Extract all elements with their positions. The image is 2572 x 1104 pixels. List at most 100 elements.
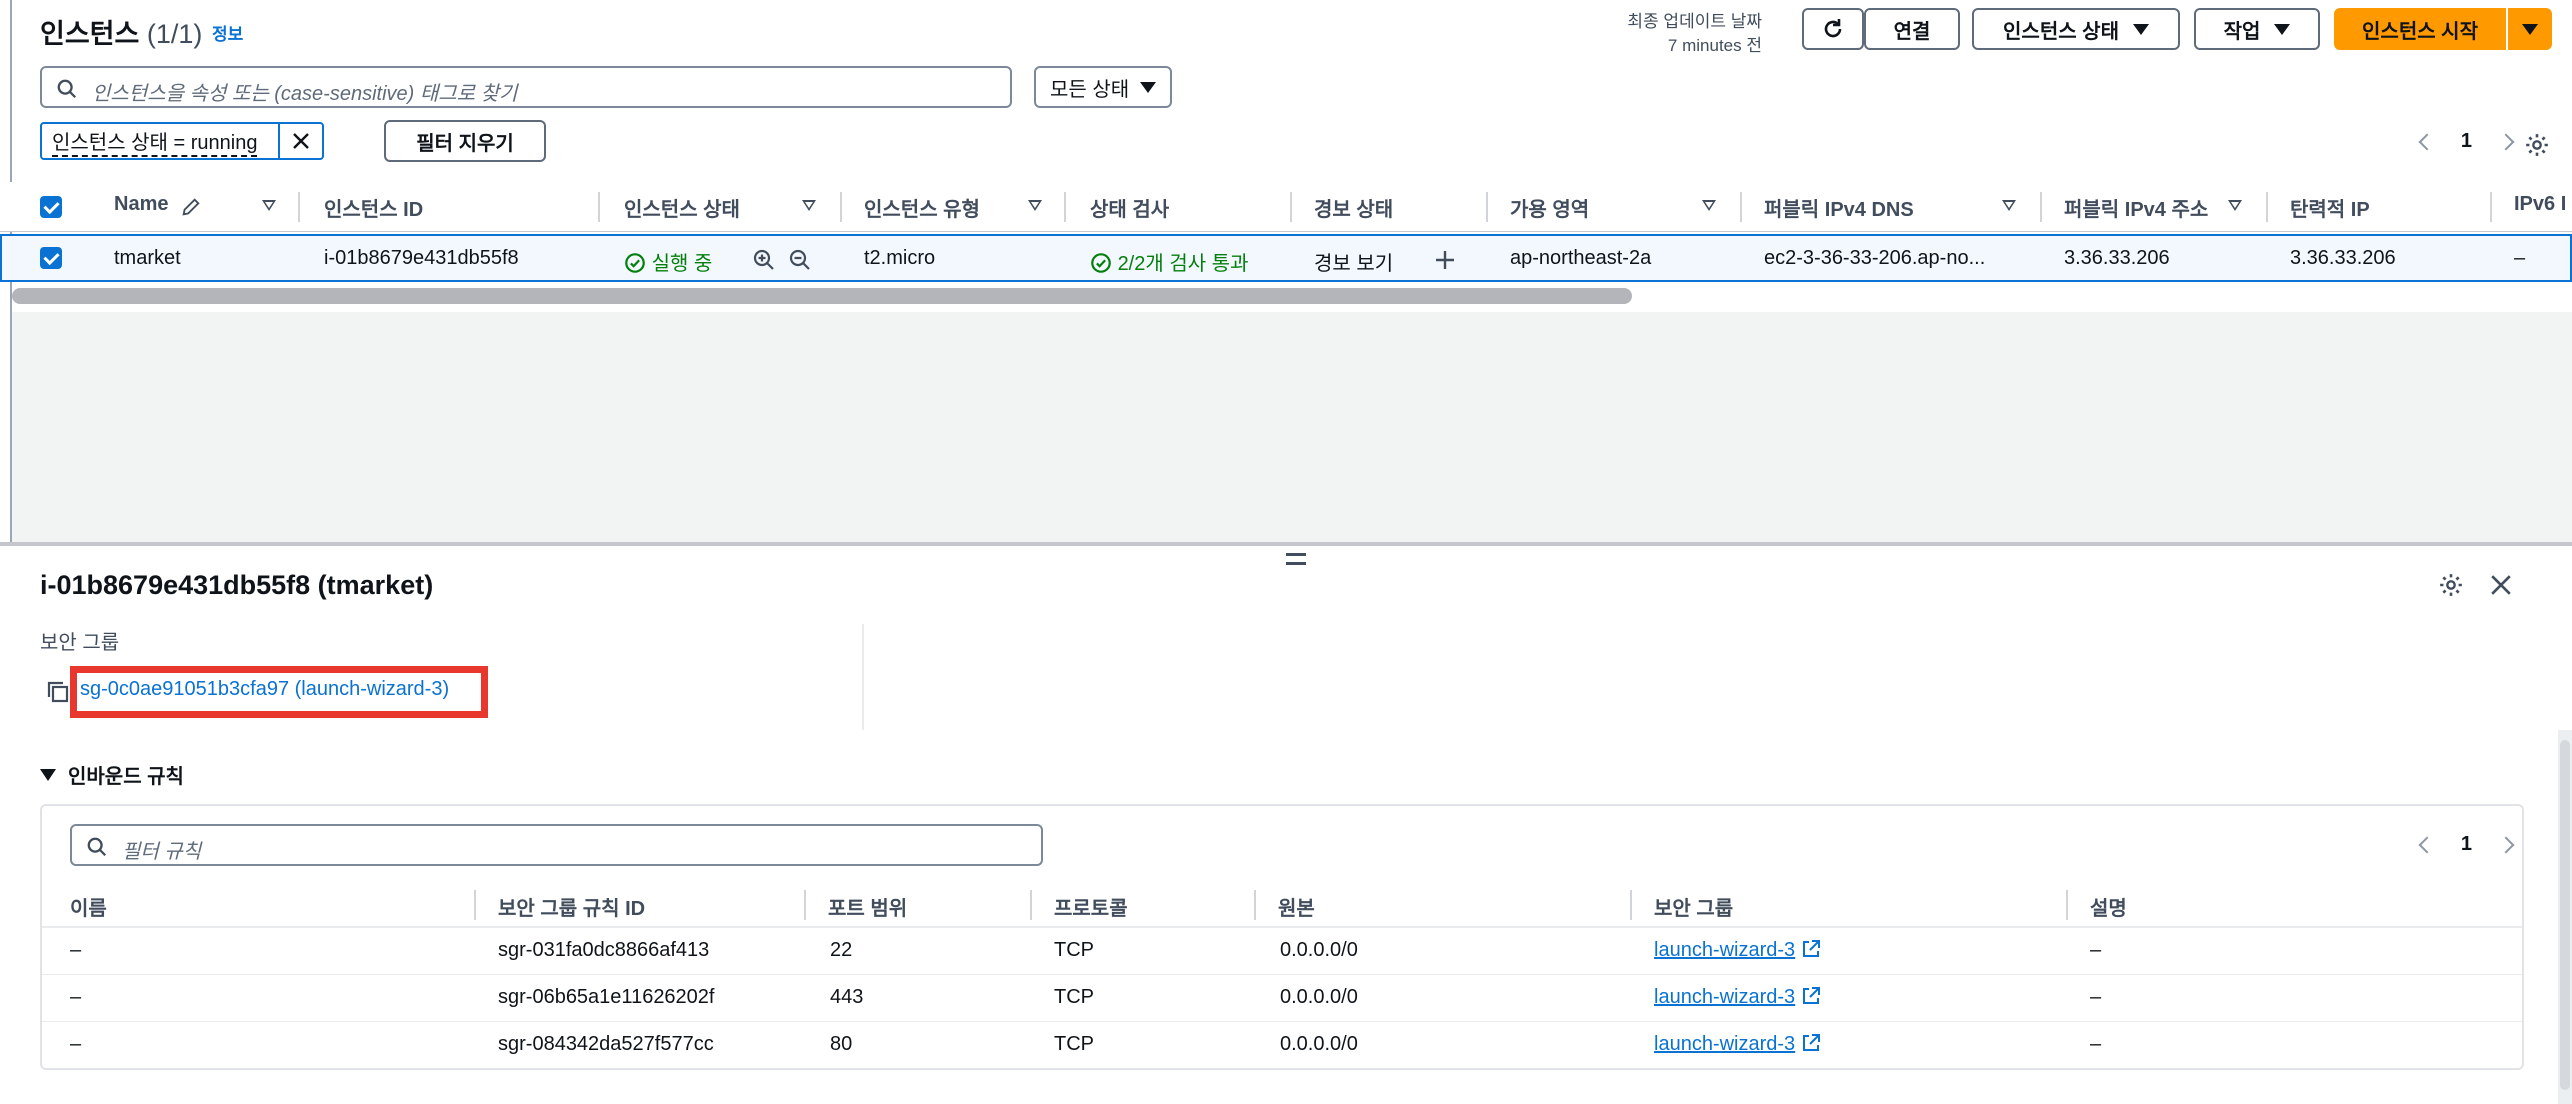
rule-port: 443 bbox=[830, 986, 864, 1008]
info-link[interactable]: 정보 bbox=[212, 20, 243, 45]
chevron-right-icon[interactable] bbox=[2497, 133, 2515, 150]
cell-eip: 3.36.33.206 bbox=[2290, 247, 2396, 269]
rules-filter-placeholder: 필터 규칙 bbox=[122, 841, 202, 863]
rules-col-description[interactable]: 설명 bbox=[2090, 892, 2127, 921]
col-ipv6[interactable]: IPv6 I bbox=[2514, 193, 2566, 216]
col-public-ipv4[interactable]: 퍼블릭 IPv4 주소 bbox=[2064, 193, 2208, 222]
view-alarms-link[interactable]: 경보 보기 bbox=[1314, 247, 1393, 276]
last-updated: 최종 업데이트 날짜 7 minutes 전 bbox=[1627, 10, 1762, 58]
sort-icon[interactable] bbox=[1702, 200, 1716, 211]
inbound-rules-title: 인바운드 규칙 bbox=[68, 766, 184, 788]
col-instance-type[interactable]: 인스턴스 유형 bbox=[864, 193, 980, 222]
page-number[interactable]: 1 bbox=[2461, 130, 2472, 153]
clear-filters-label: 필터 지우기 bbox=[416, 132, 514, 155]
instance-state-label: 인스턴스 상태 bbox=[2003, 20, 2119, 43]
select-all-checkbox[interactable] bbox=[40, 196, 62, 218]
rule-source: 0.0.0.0/0 bbox=[1280, 939, 1358, 961]
state-filter-select[interactable]: 모든 상태 bbox=[1034, 66, 1172, 108]
check-circle-icon bbox=[625, 253, 645, 273]
actions-button[interactable]: 작업 bbox=[2194, 8, 2320, 50]
instance-count: (1/1) bbox=[146, 19, 203, 49]
table-header: Name 인스턴스 ID 인스턴스 상태 인스턴스 유형 상태 검사 경보 상태… bbox=[0, 182, 2572, 232]
col-elastic-ip[interactable]: 탄력적 IP bbox=[2290, 193, 2370, 222]
rule-sg-text[interactable]: launch-wizard-3 bbox=[1654, 986, 1795, 1008]
rules-col-rule-id[interactable]: 보안 그룹 규칙 ID bbox=[498, 892, 645, 921]
filter-token[interactable]: 인스턴스 상태 = running bbox=[40, 122, 324, 160]
rule-desc: – bbox=[2090, 986, 2102, 1008]
col-instance-id[interactable]: 인스턴스 ID bbox=[324, 193, 423, 222]
table-row[interactable]: tmarket i-01b8679e431db55f8 실행 중 t2.micr… bbox=[0, 234, 2572, 282]
col-name[interactable]: Name bbox=[114, 193, 168, 216]
zoom-in-icon[interactable] bbox=[752, 248, 776, 272]
drag-handle-icon[interactable] bbox=[1286, 553, 1306, 565]
rule-source: 0.0.0.0/0 bbox=[1280, 1033, 1358, 1055]
chevron-left-icon[interactable] bbox=[2418, 836, 2436, 853]
cell-type: t2.micro bbox=[864, 247, 936, 269]
connect-button[interactable]: 연결 bbox=[1864, 8, 1960, 50]
instance-state-button[interactable]: 인스턴스 상태 bbox=[1972, 8, 2180, 50]
rule-sg-link[interactable]: launch-wizard-3 bbox=[1654, 986, 1821, 1009]
copy-icon[interactable] bbox=[46, 680, 70, 704]
rules-col-port[interactable]: 포트 범위 bbox=[828, 892, 907, 921]
rule-sg-text[interactable]: launch-wizard-3 bbox=[1654, 939, 1795, 961]
launch-dropdown-button[interactable] bbox=[2508, 8, 2552, 50]
refresh-button[interactable] bbox=[1802, 8, 1864, 50]
launch-instance-button[interactable]: 인스턴스 시작 bbox=[2334, 8, 2506, 50]
last-updated-value: 7 minutes 전 bbox=[1667, 36, 1762, 55]
cell-ipv6: – bbox=[2514, 247, 2526, 269]
rule-port: 22 bbox=[830, 939, 853, 961]
chevron-left-icon[interactable] bbox=[2418, 133, 2436, 150]
sort-icon[interactable] bbox=[1028, 200, 1042, 211]
split-divider[interactable] bbox=[0, 542, 2572, 546]
rules-filter-input[interactable]: 필터 규칙 bbox=[70, 824, 1043, 866]
rule-sg-link[interactable]: launch-wizard-3 bbox=[1654, 1033, 1821, 1056]
rules-col-security-group[interactable]: 보안 그룹 bbox=[1654, 892, 1733, 921]
col-instance-state[interactable]: 인스턴스 상태 bbox=[624, 193, 740, 222]
col-availability-zone[interactable]: 가용 영역 bbox=[1510, 193, 1589, 222]
search-icon bbox=[87, 837, 107, 857]
col-alarm-status[interactable]: 경보 상태 bbox=[1314, 193, 1393, 222]
rules-page-number[interactable]: 1 bbox=[2461, 833, 2472, 856]
rules-col-protocol[interactable]: 프로토콜 bbox=[1054, 892, 1128, 921]
zoom-out-icon[interactable] bbox=[788, 248, 812, 272]
rule-sg-link[interactable]: launch-wizard-3 bbox=[1654, 939, 1821, 962]
security-group-link[interactable]: sg-0c0ae91051b3cfa97 (launch-wizard-3) bbox=[80, 678, 449, 701]
close-icon[interactable] bbox=[2490, 574, 2512, 596]
horizontal-scrollbar[interactable] bbox=[12, 288, 1632, 304]
pencil-icon bbox=[182, 198, 200, 216]
rule-desc: – bbox=[2090, 1033, 2102, 1055]
row-checkbox[interactable] bbox=[40, 247, 62, 269]
remove-filter-button[interactable] bbox=[280, 124, 322, 158]
col-status-check[interactable]: 상태 검사 bbox=[1090, 193, 1169, 222]
rule-id: sgr-06b65a1e11626202f bbox=[498, 986, 715, 1008]
rule-id: sgr-031fa0dc8866af413 bbox=[498, 939, 710, 961]
details-title: i-01b8679e431db55f8 (tmarket) bbox=[40, 570, 434, 600]
rule-source: 0.0.0.0/0 bbox=[1280, 986, 1358, 1008]
plus-icon[interactable] bbox=[1434, 249, 1456, 271]
instance-search-input[interactable]: 인스턴스을 속성 또는 (case-sensitive) 태그로 찾기 bbox=[40, 66, 1012, 108]
search-icon bbox=[57, 79, 77, 99]
chevron-right-icon[interactable] bbox=[2497, 836, 2515, 853]
vertical-scrollbar[interactable] bbox=[2558, 730, 2572, 1104]
sort-icon[interactable] bbox=[2228, 200, 2242, 211]
actions-label: 작업 bbox=[2223, 20, 2261, 43]
inbound-rules-toggle[interactable]: 인바운드 규칙 bbox=[40, 760, 184, 789]
cell-dns: ec2-3-36-33-206.ap-no... bbox=[1764, 247, 1986, 269]
instance-id-link[interactable]: i-01b8679e431db55f8 bbox=[324, 247, 519, 270]
gear-icon[interactable] bbox=[2524, 132, 2550, 158]
sort-icon[interactable] bbox=[802, 200, 816, 211]
gear-icon[interactable] bbox=[2438, 572, 2464, 598]
search-placeholder: 인스턴스을 속성 또는 (case-sensitive) 태그로 찾기 bbox=[92, 83, 518, 105]
rules-col-source[interactable]: 원본 bbox=[1278, 892, 1315, 921]
rules-pagination: 1 bbox=[2418, 833, 2515, 856]
sort-icon[interactable] bbox=[262, 200, 276, 211]
rules-col-name[interactable]: 이름 bbox=[70, 892, 107, 921]
sort-icon[interactable] bbox=[2002, 200, 2016, 211]
col-public-dns[interactable]: 퍼블릭 IPv4 DNS bbox=[1764, 193, 1914, 222]
external-link-icon bbox=[1803, 940, 1821, 957]
state-filter-value: 모든 상태 bbox=[1050, 78, 1130, 101]
rule-sg-text[interactable]: launch-wizard-3 bbox=[1654, 1033, 1795, 1055]
clear-filters-button[interactable]: 필터 지우기 bbox=[384, 120, 546, 162]
caret-down-icon bbox=[2274, 23, 2291, 35]
filter-token-label: 인스턴스 상태 = running bbox=[52, 126, 258, 157]
